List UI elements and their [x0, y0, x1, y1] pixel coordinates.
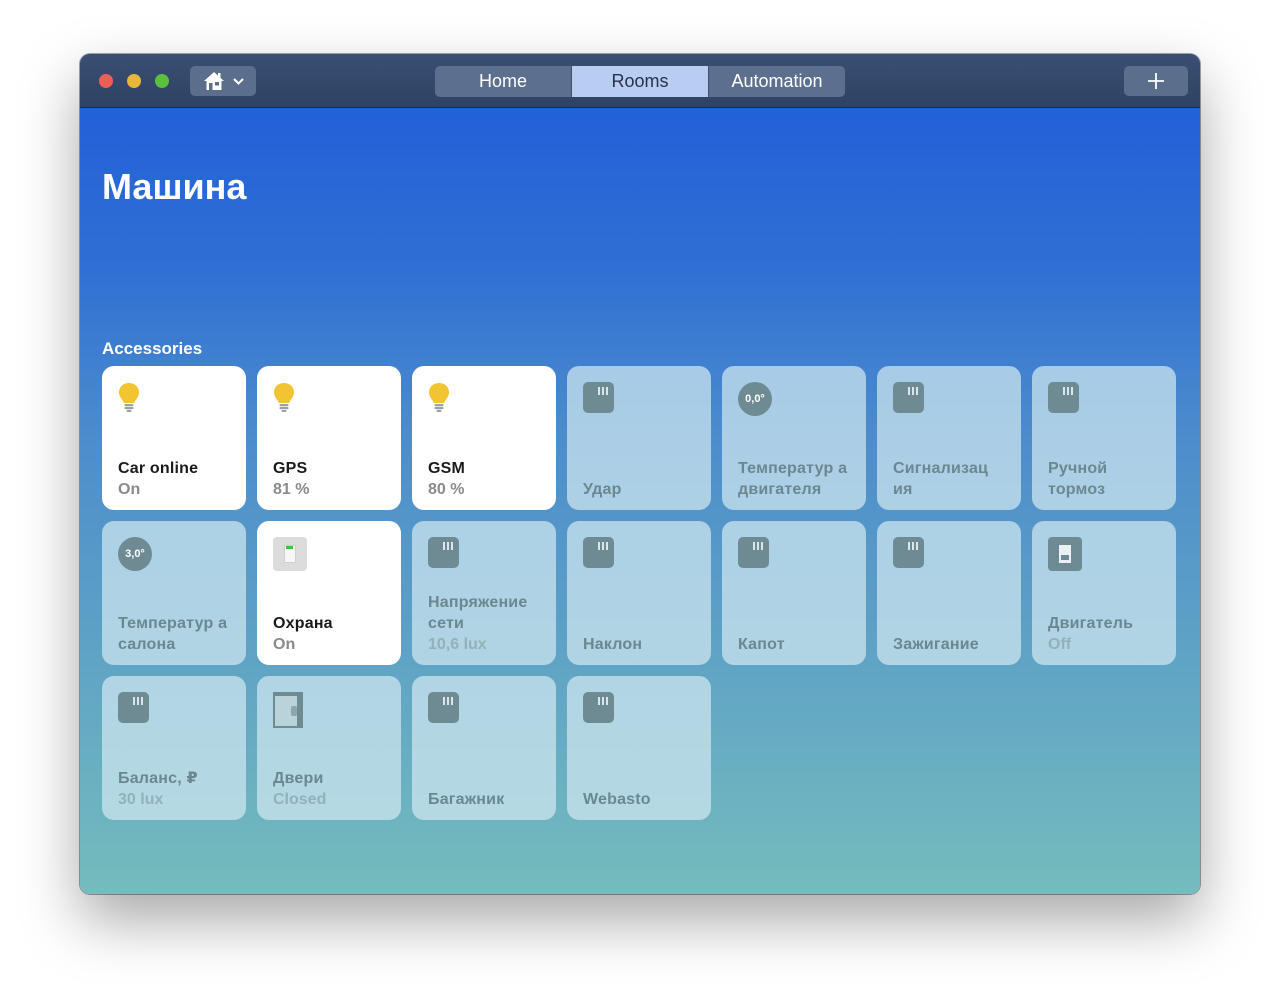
accessory-tile[interactable]: Капот — [722, 521, 866, 665]
tab-automation[interactable]: Automation — [709, 66, 845, 97]
accessory-tile[interactable]: Зажигание — [877, 521, 1021, 665]
accessory-status: On — [273, 636, 296, 653]
accessory-text: GSM 80 % — [428, 458, 546, 500]
sensor-icon — [583, 382, 614, 413]
lightbulb-icon — [428, 382, 450, 419]
accessory-text: Багажник — [428, 789, 546, 810]
accessory-text: Наклон — [583, 634, 701, 655]
accessory-text: Баланс, ₽ 30 lux — [118, 768, 236, 810]
sensor-icon — [428, 537, 459, 568]
accessory-tile[interactable]: Двери Closed — [257, 676, 401, 820]
accessory-text: Капот — [738, 634, 856, 655]
accessory-tile[interactable]: Ручной тормоз — [1032, 366, 1176, 510]
accessory-text: GPS 81 % — [273, 458, 391, 500]
accessory-text: Двигатель Off — [1048, 613, 1166, 655]
accessory-tile[interactable]: Car online On — [102, 366, 246, 510]
accessory-text: Температур а салона — [118, 613, 236, 655]
accessory-name: Напряжение сети — [428, 594, 528, 632]
close-window-button[interactable] — [99, 74, 113, 88]
accessory-tile[interactable]: Охрана On — [257, 521, 401, 665]
accessory-name: Двигатель — [1048, 615, 1134, 632]
accessory-name: Охрана — [273, 615, 333, 632]
accessory-text: Двери Closed — [273, 768, 391, 810]
accessory-tile[interactable]: Багажник — [412, 676, 556, 820]
add-button[interactable] — [1124, 66, 1188, 96]
sensor-icon — [118, 692, 149, 723]
accessory-status: 30 lux — [118, 791, 164, 808]
plus-icon — [1148, 73, 1164, 89]
accessory-tile[interactable]: GSM 80 % — [412, 366, 556, 510]
accessory-tile[interactable]: GPS 81 % — [257, 366, 401, 510]
thermostat-icon: 0,0° — [738, 382, 772, 416]
accessory-tile[interactable]: Наклон — [567, 521, 711, 665]
accessory-tile[interactable]: Сигнализац ия — [877, 366, 1021, 510]
accessory-status: 81 % — [273, 481, 310, 498]
accessory-name: Удар — [583, 481, 622, 498]
accessory-text: Car online On — [118, 458, 236, 500]
app-window: Home Rooms Automation Машина Accessories… — [80, 54, 1200, 894]
accessory-name: Баланс, ₽ — [118, 770, 198, 787]
accessory-name: Двери — [273, 770, 324, 787]
accessory-text: Удар — [583, 479, 701, 500]
accessory-status: Off — [1048, 636, 1072, 653]
accessory-text: Напряжение сети 10,6 lux — [428, 592, 546, 655]
accessory-name: Car online — [118, 460, 199, 477]
accessory-text: Зажигание — [893, 634, 1011, 655]
accessory-name: Наклон — [583, 636, 643, 653]
sensor-icon — [738, 537, 769, 568]
accessory-text: Сигнализац ия — [893, 458, 1011, 500]
lightbulb-icon — [273, 382, 295, 419]
accessory-tile[interactable]: 0,0° Температур а двигателя — [722, 366, 866, 510]
accessory-tile[interactable]: 3,0° Температур а салона — [102, 521, 246, 665]
lightbulb-icon — [118, 382, 140, 419]
sensor-icon — [893, 382, 924, 413]
accessory-status: 80 % — [428, 481, 465, 498]
minimize-window-button[interactable] — [127, 74, 141, 88]
chevron-down-icon — [232, 77, 244, 85]
accessory-tile[interactable]: Webasto — [567, 676, 711, 820]
accessory-name: Температур а салона — [118, 615, 228, 653]
sensor-icon — [428, 692, 459, 723]
view-tabs: Home Rooms Automation — [435, 66, 845, 97]
accessory-text: Webasto — [583, 789, 701, 810]
home-selector-button[interactable] — [190, 66, 256, 96]
sensor-icon — [583, 537, 614, 568]
title-bar: Home Rooms Automation — [80, 54, 1200, 108]
accessory-name: GPS — [273, 460, 308, 477]
accessory-status: On — [118, 481, 141, 498]
accessory-name: Сигнализац ия — [893, 460, 989, 498]
accessory-text: Охрана On — [273, 613, 391, 655]
tab-rooms[interactable]: Rooms — [572, 66, 709, 97]
accessory-status: 10,6 lux — [428, 636, 487, 653]
thermostat-icon: 3,0° — [118, 537, 152, 571]
accessory-tile[interactable]: Напряжение сети 10,6 lux — [412, 521, 556, 665]
accessory-tile[interactable]: Удар — [567, 366, 711, 510]
accessory-name: Капот — [738, 636, 785, 653]
accessory-tile[interactable]: Двигатель Off — [1032, 521, 1176, 665]
switch-icon — [1048, 537, 1082, 571]
accessory-text: Ручной тормоз — [1048, 458, 1166, 500]
thermostat-value: 0,0° — [738, 382, 772, 416]
sensor-icon — [583, 692, 614, 723]
tab-home[interactable]: Home — [435, 66, 572, 97]
accessory-name: Зажигание — [893, 636, 979, 653]
house-icon — [203, 72, 224, 90]
accessory-tile[interactable]: Баланс, ₽ 30 lux — [102, 676, 246, 820]
zoom-window-button[interactable] — [155, 74, 169, 88]
accessory-name: Ручной тормоз — [1048, 460, 1108, 498]
door-icon — [273, 692, 303, 728]
room-title: Машина — [102, 166, 247, 207]
accessory-name: GSM — [428, 460, 466, 477]
section-label: Accessories — [102, 339, 203, 358]
sensor-icon — [893, 537, 924, 568]
accessory-name: Webasto — [583, 791, 651, 808]
sensor-icon — [1048, 382, 1079, 413]
accessory-name: Температур а двигателя — [738, 460, 848, 498]
thermostat-value: 3,0° — [118, 537, 152, 571]
accessory-status: Closed — [273, 791, 327, 808]
switch-icon — [273, 537, 307, 571]
accessory-name: Багажник — [428, 791, 505, 808]
accessory-text: Температур а двигателя — [738, 458, 856, 500]
